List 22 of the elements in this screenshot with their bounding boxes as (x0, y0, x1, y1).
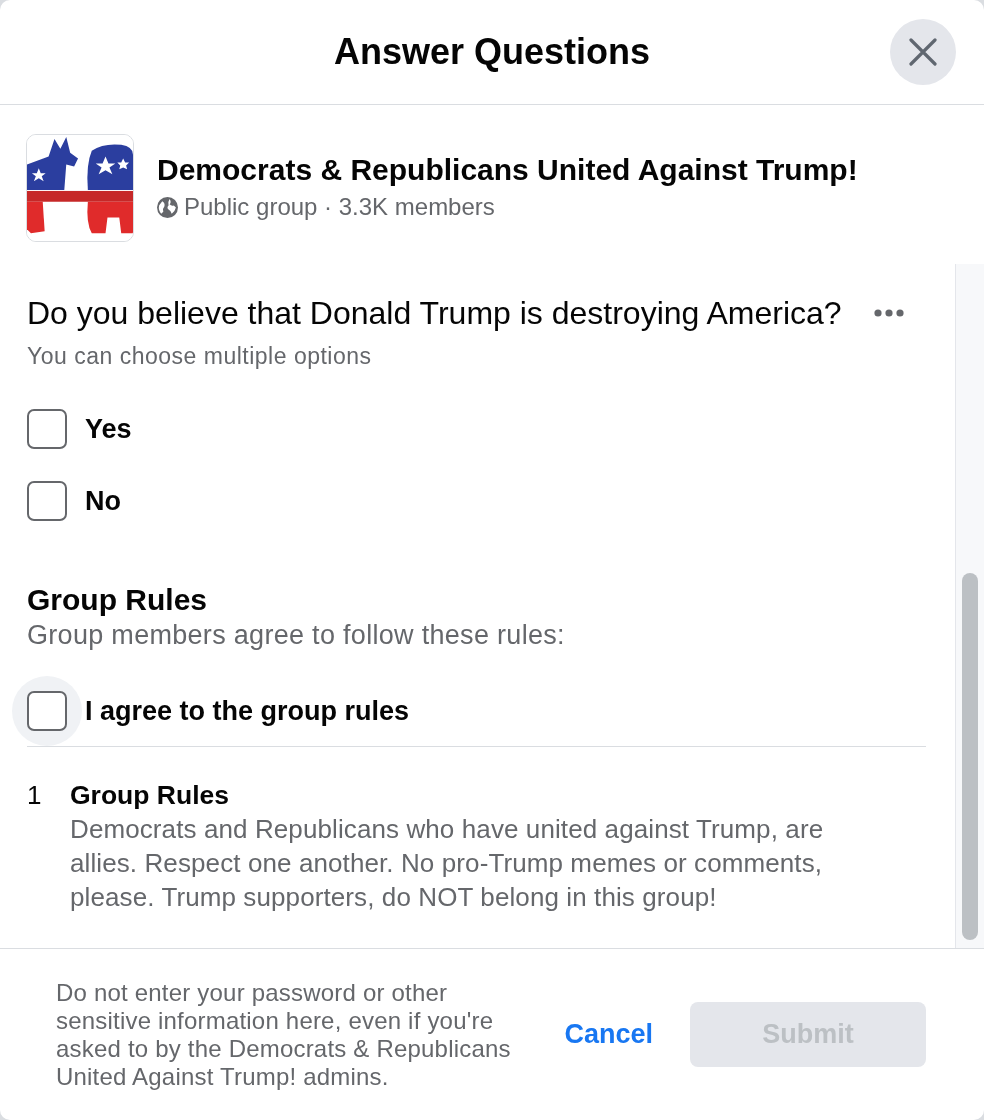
rule-title: Group Rules (70, 779, 230, 812)
group-name[interactable]: Democrats & Republicans United Against Trump! (157, 152, 858, 188)
rules-subtitle: Group members agree to follow these rules: (27, 619, 566, 652)
cancel-button[interactable]: Cancel (564, 1011, 653, 1058)
checkbox[interactable] (27, 481, 67, 521)
checkbox-label[interactable]: No (85, 485, 121, 517)
rules-heading: Group Rules (27, 582, 208, 618)
dialog-title: Answer Questions (333, 30, 651, 74)
more-icon (874, 309, 904, 317)
privacy-notice: Do not enter your password or other sensitive information here, even if you're asked to by the Democrats & Republicans United Against Trump! admins. (56, 978, 512, 1091)
group-meta: Public group · 3.3K members (184, 192, 495, 222)
rule-text: Democrats and Republicans who have united against Trump, are allies. Respect one another. No pro-Trump memes or comments, please. Trump supporters, do NOT belong in this group! (70, 813, 825, 914)
rule-number: 1 (27, 779, 43, 812)
checkbox-label[interactable]: Yes (85, 413, 132, 445)
checkbox-label[interactable]: I agree to the group rules (85, 695, 410, 727)
checkbox[interactable] (27, 409, 67, 449)
question-hint: You can choose multiple options (27, 342, 373, 370)
globe-icon (157, 196, 178, 218)
question-text: Do you believe that Donald Trump is destroying America? (27, 295, 842, 331)
close-icon (909, 38, 937, 66)
checkbox[interactable] (27, 691, 67, 731)
scrollbar-thumb[interactable] (962, 573, 978, 940)
